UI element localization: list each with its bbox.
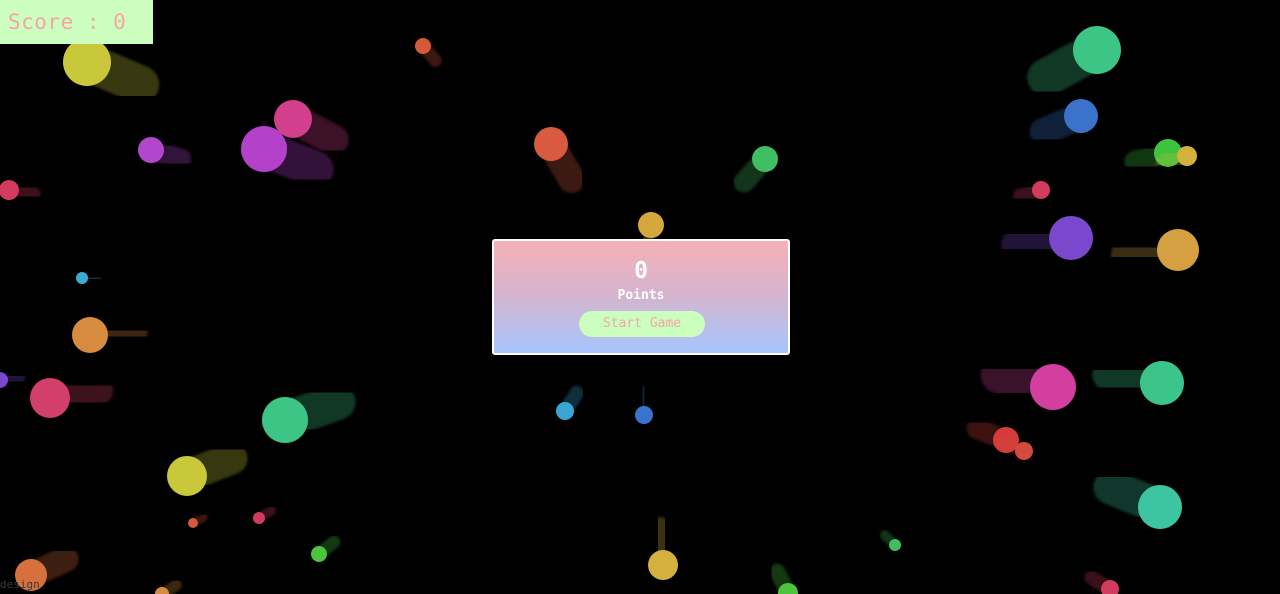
- particle-dot: [752, 146, 778, 172]
- particle: [72, 317, 148, 353]
- particle: [1029, 99, 1098, 146]
- particle: [879, 530, 901, 551]
- particle-dot: [534, 127, 568, 161]
- particle: [155, 579, 182, 594]
- particle-dot: [311, 546, 327, 562]
- particle: [733, 146, 778, 193]
- particle-dot: [30, 378, 70, 418]
- particle: [1027, 26, 1121, 97]
- particle: [0, 180, 41, 203]
- particle: [769, 563, 798, 594]
- particle-dot: [1064, 99, 1098, 133]
- particle-dot: [1157, 229, 1199, 271]
- particle-dot: [188, 518, 198, 528]
- particle: [138, 137, 192, 170]
- particle: [980, 356, 1076, 410]
- particle: [262, 383, 356, 443]
- particle: [167, 442, 248, 496]
- particle: [1092, 356, 1184, 405]
- score-display: Score : 0: [0, 0, 153, 44]
- particle-dot: [262, 397, 308, 443]
- particle-dot: [76, 272, 88, 284]
- start-game-button[interactable]: Start Game: [579, 311, 705, 337]
- particle-dot: [1140, 361, 1184, 405]
- particle-dot: [1015, 442, 1033, 460]
- game-stage[interactable]: Score : 0 0 Points Start Game design: [0, 0, 1280, 594]
- particle-dot: [635, 406, 653, 424]
- particle-dot: [556, 402, 574, 420]
- credit-text: design: [0, 578, 40, 591]
- particle-dot: [889, 539, 901, 551]
- particle-dot: [63, 38, 111, 86]
- particle: [253, 505, 277, 524]
- particle-dot: [638, 212, 664, 238]
- particle: [30, 373, 114, 418]
- particle-dot: [1073, 26, 1121, 74]
- particle: [63, 38, 160, 104]
- particle-dot: [415, 38, 431, 54]
- particle: [1012, 181, 1050, 203]
- particle-dot: [167, 456, 207, 496]
- particle: [274, 100, 349, 156]
- particle: [556, 385, 585, 420]
- particle-dot: [1138, 485, 1182, 529]
- particle: [311, 535, 341, 562]
- particle-dot: [241, 126, 287, 172]
- particle: [647, 517, 678, 580]
- particle-dot: [1049, 216, 1093, 260]
- particle-dot: [648, 550, 678, 580]
- particle: [415, 38, 442, 67]
- particle: [1001, 216, 1093, 263]
- start-panel: 0 Points Start Game: [492, 239, 790, 355]
- particle-dot: [1032, 181, 1050, 199]
- points-label: Points: [617, 288, 665, 303]
- particle: [1110, 229, 1199, 272]
- particle: [188, 513, 208, 528]
- particle: [1093, 469, 1182, 529]
- particle: [996, 435, 1033, 460]
- particle-dot: [1177, 146, 1197, 166]
- particle: [76, 272, 102, 284]
- particle: [0, 371, 26, 388]
- panel-score-value: 0: [634, 258, 648, 284]
- particle-dot: [1030, 364, 1076, 410]
- particle: [534, 127, 586, 193]
- particle-dot: [138, 137, 164, 163]
- particle: [635, 386, 653, 424]
- particle: [1084, 570, 1119, 594]
- particle-dot: [72, 317, 108, 353]
- particle-dot: [253, 512, 265, 524]
